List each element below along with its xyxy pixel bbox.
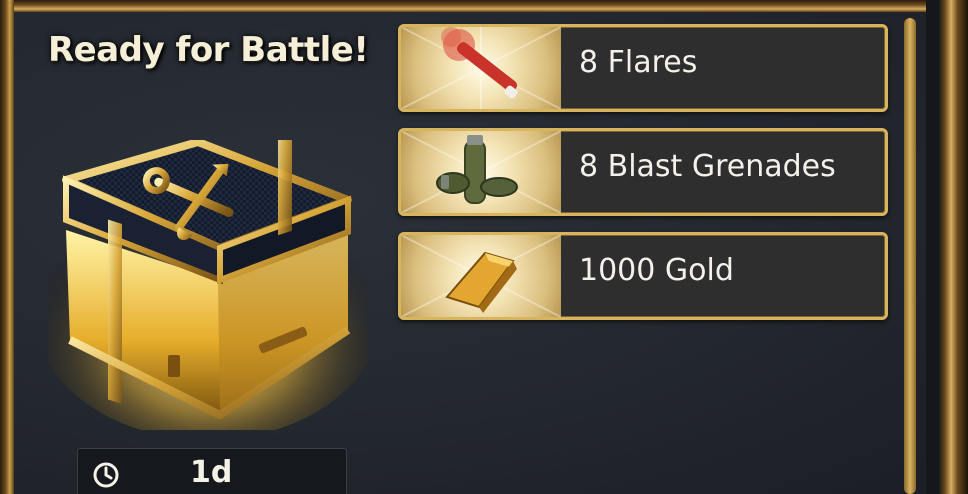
gold-bar-icon [401, 235, 561, 317]
scrollbar[interactable] [904, 18, 916, 494]
grenade-icon [401, 131, 561, 213]
reward-thumbnail [401, 235, 561, 317]
flare-icon [401, 27, 561, 109]
panel-title: Ready for Battle! [48, 30, 369, 70]
reward-item-gold[interactable]: 1000 Gold [398, 232, 888, 320]
frame-top-border [0, 0, 968, 12]
reward-thumbnail [401, 27, 561, 109]
crate-icon [48, 140, 368, 430]
frame-right-border [926, 0, 968, 494]
battle-reward-panel: Ready for Battle! 1d 8 Flares 8 Blast Gr… [0, 0, 968, 494]
reward-item-flares[interactable]: 8 Flares [398, 24, 888, 112]
reward-item-blast-grenades[interactable]: 8 Blast Grenades [398, 128, 888, 216]
timer-value: 1d [190, 455, 233, 490]
reward-thumbnail [401, 131, 561, 213]
reward-label: 8 Blast Grenades [579, 149, 836, 184]
clock-icon [93, 462, 119, 488]
reward-label: 8 Flares [579, 45, 698, 80]
reward-label: 1000 Gold [579, 253, 734, 288]
timer-box: 1d [77, 448, 347, 494]
frame-left-border [0, 0, 14, 494]
